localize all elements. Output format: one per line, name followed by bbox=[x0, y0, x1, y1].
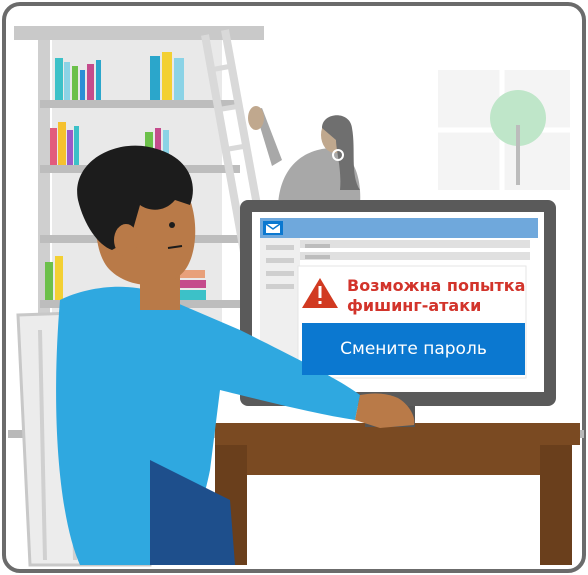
change-password-button[interactable]: Смените пароль bbox=[302, 323, 525, 375]
phishing-warning-title: Возможна попытка фишинг-атаки bbox=[347, 276, 547, 316]
window bbox=[438, 70, 570, 190]
envelope-icon bbox=[263, 221, 283, 235]
browser-toolbar bbox=[260, 218, 538, 238]
warning-title-line2: фишинг-атаки bbox=[347, 296, 482, 315]
warning-title-line1: Возможна попытка bbox=[347, 276, 526, 295]
